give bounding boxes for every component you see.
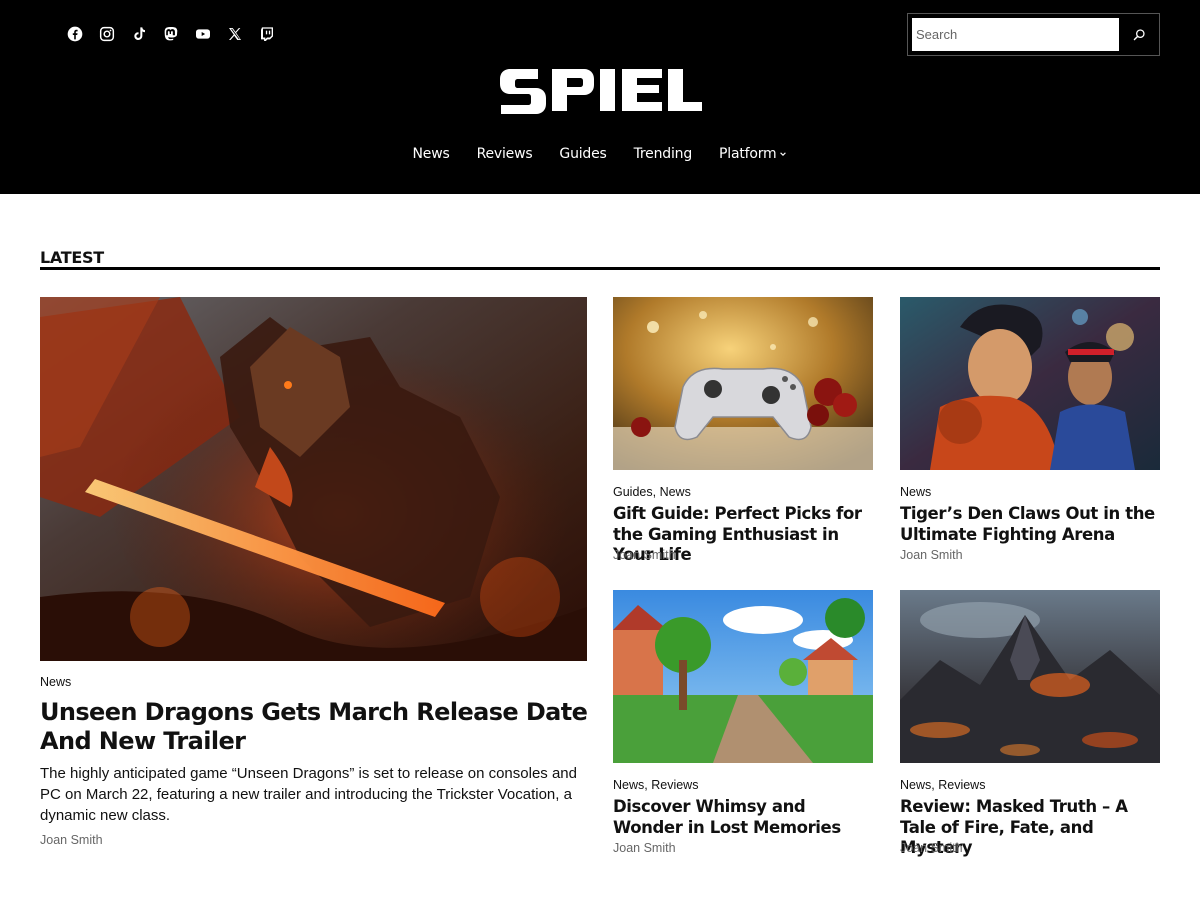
post-title-link[interactable]: Tiger’s Den Claws Out in the Ultimate Fi… [900, 504, 1155, 544]
featured-author: Joan Smith [40, 833, 103, 847]
post-image-tigers-den[interactable] [900, 297, 1160, 470]
category-link[interactable]: News [660, 485, 691, 499]
main-nav: News Reviews Guides Trending Platform [0, 146, 1200, 162]
category-link[interactable]: News [613, 778, 644, 792]
section-divider [40, 267, 1160, 270]
search-icon [1133, 29, 1145, 41]
post-categories: News [900, 485, 931, 499]
post-image-masked-truth[interactable] [900, 590, 1160, 763]
nav-item-trending[interactable]: Trending [634, 146, 693, 162]
category-link[interactable]: Guides [613, 485, 653, 499]
featured-category: News [40, 675, 71, 689]
post-author: Joan Smith [900, 548, 963, 562]
category-link[interactable]: Reviews [651, 778, 698, 792]
category-link[interactable]: News [900, 778, 931, 792]
post-title-link[interactable]: Discover Whimsy and Wonder in Lost Memor… [613, 797, 841, 837]
featured-excerpt: The highly anticipated game “Unseen Drag… [40, 765, 577, 824]
featured-title-link[interactable]: Unseen Dragons Gets March Release Date A… [40, 698, 588, 755]
post-title: Tiger’s Den Claws Out in the Ultimate Fi… [900, 504, 1162, 545]
category-link[interactable]: News [900, 485, 931, 499]
search-form [907, 13, 1160, 56]
instagram-icon[interactable] [98, 24, 115, 44]
x-icon[interactable] [226, 24, 243, 44]
post-image-lost-memories[interactable] [613, 590, 873, 763]
featured-title: Unseen Dragons Gets March Release Date A… [40, 698, 600, 756]
nav-item-news[interactable]: News [413, 146, 450, 162]
search-button[interactable] [1122, 18, 1156, 51]
category-link[interactable]: Reviews [938, 778, 985, 792]
spiel-logo[interactable] [498, 66, 702, 120]
twitch-icon[interactable] [258, 24, 275, 44]
mastodon-icon[interactable] [162, 24, 179, 44]
featured-image[interactable] [40, 297, 587, 661]
social-links [66, 24, 275, 44]
site-logo[interactable] [0, 66, 1200, 125]
post-title: Discover Whimsy and Wonder in Lost Memor… [613, 797, 875, 838]
nav-item-platform[interactable]: Platform [719, 146, 787, 162]
post-image-gift-guide[interactable] [613, 297, 873, 470]
site-header: News Reviews Guides Trending Platform [0, 0, 1200, 194]
section-title: LATEST [40, 248, 104, 267]
nav-item-reviews[interactable]: Reviews [477, 146, 533, 162]
post-categories: Guides, News [613, 485, 691, 499]
nav-item-guides[interactable]: Guides [559, 146, 606, 162]
post-author: Joan Smith [613, 841, 676, 855]
tiktok-icon[interactable] [130, 24, 147, 44]
post-categories: News, Reviews [900, 778, 986, 792]
chevron-down-icon [780, 152, 787, 156]
facebook-icon[interactable] [66, 24, 83, 44]
post-author: Joan Smith [613, 548, 676, 562]
search-input[interactable] [912, 18, 1119, 51]
category-link[interactable]: News [40, 675, 71, 689]
post-author: Joan Smith [900, 841, 963, 855]
youtube-icon[interactable] [194, 24, 211, 44]
post-categories: News, Reviews [613, 778, 699, 792]
